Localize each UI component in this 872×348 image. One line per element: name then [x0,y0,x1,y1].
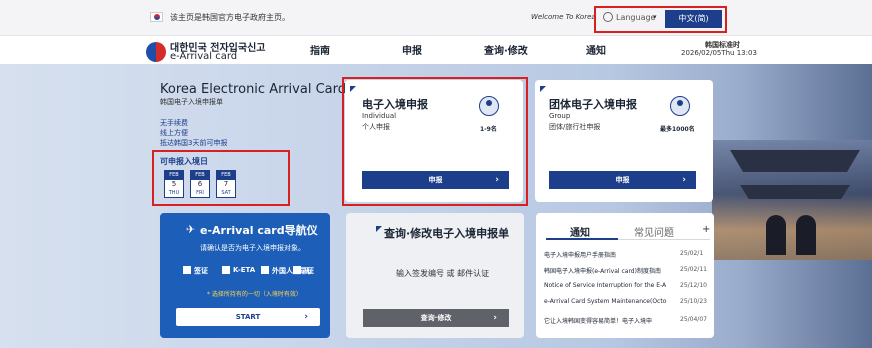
palace-roof [730,150,860,172]
checkbox-visa[interactable] [183,266,191,274]
individual-apply-button[interactable]: 申报 › [362,171,509,189]
tab-notices[interactable]: 通知 [570,224,590,239]
government-emblem-icon[interactable] [146,42,166,62]
inquiry-method: 输入签发编号 或 邮件认证 [396,269,490,278]
navigator-note: * 选择所持有的一切（入境时有效） [207,291,302,298]
language-button[interactable]: 中文(简) [665,10,722,28]
group-apply-button[interactable]: 申报 › [549,171,696,189]
chevron-right-icon: › [495,175,499,185]
hero-benefit: 线上方便 [160,129,188,137]
notice-item[interactable]: 电子入境申报用户手册指南 [544,250,674,259]
notice-date: 25/02/11 [680,266,707,273]
hero-subtitle: 韩国电子入境申报单 [160,98,223,106]
start-button-label: START [235,313,261,321]
welcome-text: Welcome To Korea [531,13,596,21]
person-icon [479,96,499,116]
apply-button-label: 申报 [428,176,443,184]
nav-guide[interactable]: 指南 [310,42,330,57]
hero-benefit: 无手续费 [160,119,188,127]
date-card: FEB 6 FRI [190,170,210,198]
hero-title: Korea Electronic Arrival Card [160,82,346,97]
notice-date: 25/02/1 [680,250,704,257]
logo-english[interactable]: e-Arrival card [170,51,237,62]
official-site-note: 该主页是韩国官方电子政府主页。 [170,13,290,22]
corner-marker [350,86,356,92]
nav-inquiry[interactable]: 查询·修改 [484,42,528,57]
notice-item[interactable]: 它让入境韩国变得容易简单！电子入境申 [544,316,674,325]
notice-title: 电子入境申报用户手册指南 [544,252,617,259]
notice-title: 韩国电子入境申报(e-Arrival card)制度指南 [544,268,661,275]
individual-card-chinese: 个人申报 [362,123,390,131]
available-dates-label: 可申报入境日 [160,157,208,166]
palace-gate-right [796,215,816,255]
corner-marker [540,86,546,92]
notice-title: Notice of Service Interruption for the E… [544,282,667,289]
palace-gate-left [766,215,786,255]
checkbox-alien-registration[interactable] [261,266,269,274]
language-select[interactable]: Language [616,13,655,22]
date-weekday: FRI [196,190,204,196]
group-icon [670,96,690,116]
tab-divider [618,239,710,240]
checkbox-label: 无 [304,267,311,275]
notice-title: 它让入境韩国变得容易简单！电子入境申 [544,318,653,325]
top-bar [0,0,872,36]
active-tab-underline [546,238,618,240]
chevron-right-icon: › [493,313,497,323]
chevron-down-icon[interactable]: ▾ [653,13,657,21]
paper-plane-icon: ✈ [186,223,196,236]
date-day: 6 [197,180,203,188]
notice-date: 25/12/10 [680,282,707,289]
notice-date: 25/10/23 [680,298,707,305]
notice-item[interactable]: 韩国电子入境申报(e-Arrival card)制度指南 [544,266,674,275]
inquiry-button-label: 查询·修改 [420,314,452,322]
korea-flag-icon [150,12,163,22]
chevron-right-icon: › [304,312,308,322]
individual-count: 1-9名 [480,126,497,133]
date-month: FEB [217,171,235,180]
corner-marker [376,226,382,232]
navigator-question: 请确认是否为电子入境申报对象。 [200,244,305,252]
kst-time: 2026/02/05Thu 13:03 [681,49,757,57]
globe-icon [603,12,613,22]
group-card-chinese: 团体/旅行社申报 [549,123,601,131]
individual-card-english: Individual [362,112,397,120]
nav-apply[interactable]: 申报 [402,42,422,57]
group-card-english: Group [549,112,571,120]
notice-item[interactable]: Notice of Service Interruption for the E… [544,282,674,289]
group-count: 最多1000名 [660,126,695,133]
group-card-title: 团体电子入境申报 [549,98,637,111]
checkbox-label: 签证 [194,267,208,275]
plus-icon[interactable]: + [702,224,710,235]
apply-button-label: 申报 [615,176,630,184]
date-month: FEB [165,171,183,180]
date-card: FEB 7 SAT [216,170,236,198]
checkbox-keta[interactable] [222,266,230,274]
checkbox-none[interactable] [293,266,301,274]
inquiry-title: 查询·修改电子入境申报单 [384,227,510,240]
start-button[interactable]: START › [176,308,320,326]
hero-benefit: 抵达韩国3天前可申报 [160,139,228,147]
date-weekday: THU [168,190,180,196]
inquiry-button[interactable]: 查询·修改 › [363,309,509,327]
date-card: FEB 5 THU [164,170,184,198]
notice-date: 25/04/07 [680,316,707,323]
tab-faq[interactable]: 常见问题 [634,224,674,239]
notice-item[interactable]: e-Arrival Card System Maintenance(Octo [544,298,674,305]
navigator-title: e-Arrival card导航仪 [200,224,318,237]
checkbox-label: K-ETA [233,266,256,274]
palace-roof-lower [740,185,850,199]
date-day: 7 [223,180,229,188]
date-day: 5 [171,180,177,188]
chevron-right-icon: › [682,175,686,185]
individual-card-title: 电子入境申报 [362,98,428,111]
date-weekday: SAT [221,190,231,196]
nav-notice[interactable]: 通知 [586,42,606,57]
date-month: FEB [191,171,209,180]
notice-title: e-Arrival Card System Maintenance(Octo [544,298,667,305]
